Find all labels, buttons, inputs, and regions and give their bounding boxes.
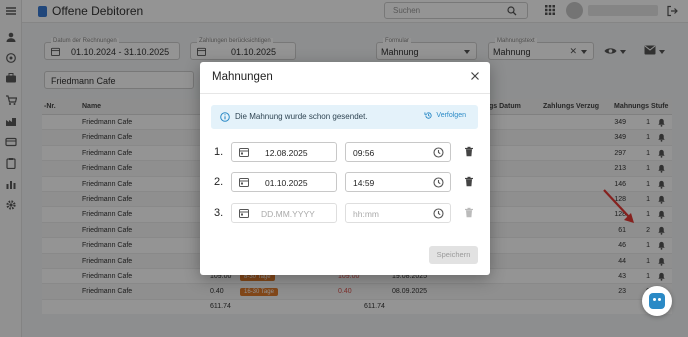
date-placeholder: DD.MM.YYYY xyxy=(261,209,315,219)
chat-bot-icon xyxy=(649,293,665,309)
time-value: 14:59 xyxy=(353,178,375,188)
follow-button[interactable]: Verfolgen xyxy=(424,111,466,120)
dialog-divider xyxy=(200,93,490,94)
history-icon xyxy=(424,112,433,119)
time-input[interactable]: 09:56 xyxy=(345,142,451,162)
reminder-entry: 2. 01.10.2025 14:59 xyxy=(200,172,490,192)
calendar-icon[interactable] xyxy=(239,147,249,157)
date-value: 01.10.2025 xyxy=(265,178,308,188)
entry-index: 2. xyxy=(214,176,224,188)
reminder-entry: 1. 12.08.2025 09:56 xyxy=(200,142,490,162)
date-input[interactable]: 01.10.2025 xyxy=(231,172,337,192)
dialog-title: Mahnungen xyxy=(212,71,273,83)
entry-index: 3. xyxy=(214,207,224,219)
date-input[interactable]: DD.MM.YYYY xyxy=(231,203,337,223)
trash-icon xyxy=(465,207,473,218)
info-icon xyxy=(220,112,230,122)
calendar-icon[interactable] xyxy=(239,208,249,218)
clock-icon[interactable] xyxy=(433,147,444,158)
save-button[interactable]: Speichern xyxy=(429,246,478,264)
date-input[interactable]: 12.08.2025 xyxy=(231,142,337,162)
calendar-icon[interactable] xyxy=(239,177,249,187)
clock-icon[interactable] xyxy=(433,208,444,219)
time-placeholder: hh:mm xyxy=(353,209,379,219)
reminders-dialog: Mahnungen Die Mahnung wurde schon gesend… xyxy=(200,62,490,275)
trash-icon[interactable] xyxy=(464,176,474,187)
reminder-entry-new: 3. DD.MM.YYYY hh:mm xyxy=(200,203,490,223)
time-value: 09:56 xyxy=(353,148,375,158)
close-icon[interactable] xyxy=(470,71,480,81)
trash-icon[interactable] xyxy=(464,146,474,157)
date-value: 12.08.2025 xyxy=(265,148,308,158)
entry-index: 1. xyxy=(214,146,224,158)
alert-message: Die Mahnung wurde schon gesendet. xyxy=(235,112,368,121)
info-alert: Die Mahnung wurde schon gesendet. Verfol… xyxy=(211,105,478,129)
time-input[interactable]: 14:59 xyxy=(345,172,451,192)
clock-icon[interactable] xyxy=(433,177,444,188)
follow-label: Verfolgen xyxy=(436,112,466,119)
time-input[interactable]: hh:mm xyxy=(345,203,451,223)
chat-assistant-button[interactable] xyxy=(642,286,672,316)
